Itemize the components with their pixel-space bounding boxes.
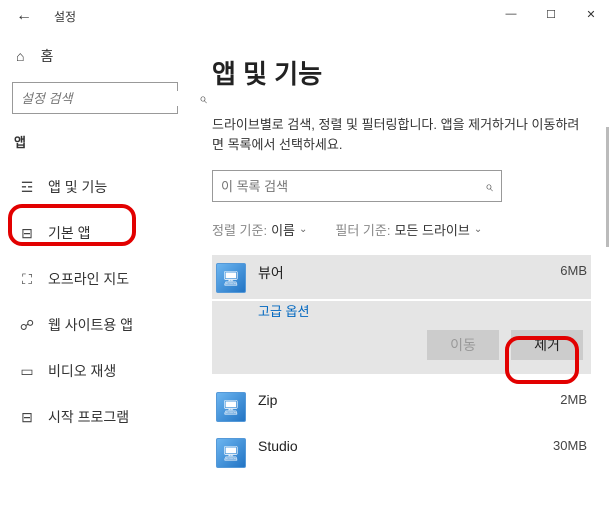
app-search-input[interactable] — [221, 179, 485, 194]
chevron-down-icon: ⌄ — [474, 224, 482, 235]
nav-offline-maps[interactable]: ⛶ 오프라인 지도 — [12, 259, 178, 299]
filter-value: 모든 드라이브 — [394, 220, 469, 239]
nav-apps-features[interactable]: ☲ 앱 및 기능 — [12, 167, 178, 207]
app-row-selected[interactable]: 🖥 뷰어 6MB — [212, 255, 591, 299]
video-icon: ▭ — [18, 363, 36, 380]
app-name: 뷰어 — [258, 263, 548, 283]
app-list: 🖥 뷰어 6MB 고급 옵션 이동 제거 🖥 Zip 2MB 🖥 Studio … — [212, 255, 591, 476]
nav-label: 앱 및 기능 — [48, 177, 107, 197]
app-size: 2MB — [560, 392, 587, 407]
settings-search-input[interactable] — [21, 91, 199, 106]
map-icon: ⛶ — [18, 271, 36, 288]
installer-icon: 🖥 — [216, 438, 246, 468]
home-icon: ⌂ — [16, 48, 24, 64]
scrollbar[interactable] — [606, 127, 609, 247]
category-label: 앱 — [12, 132, 178, 151]
app-row[interactable]: 🖥 Zip 2MB — [212, 384, 591, 430]
back-button[interactable]: ← — [12, 4, 36, 28]
sort-value: 이름 — [271, 220, 295, 239]
page-description: 드라이브별로 검색, 정렬 및 필터링합니다. 앱을 제거하거나 이동하려면 목… — [212, 115, 591, 154]
minimize-button[interactable]: — — [491, 0, 531, 28]
list-icon: ☲ — [18, 179, 36, 196]
installer-icon: 🖥 — [216, 263, 246, 293]
close-button[interactable]: ✕ — [571, 0, 611, 28]
sort-dropdown[interactable]: 정렬 기준: 이름 ⌄ — [212, 220, 307, 239]
uninstall-button[interactable]: 제거 — [511, 330, 583, 360]
nav-label: 기본 앱 — [48, 223, 91, 243]
home-link[interactable]: ⌂ 홈 — [12, 40, 178, 72]
advanced-options-link[interactable]: 고급 옵션 — [258, 301, 591, 320]
app-row[interactable]: 🖥 Studio 30MB — [212, 430, 591, 476]
sidebar: ⌂ 홈 ⌕ 앱 ☲ 앱 및 기능 ⊟ 기본 앱 ⛶ 오프라인 지도 ☍ 웹 사이… — [0, 32, 190, 508]
link-icon: ☍ — [18, 317, 36, 334]
installer-icon: 🖥 — [216, 392, 246, 422]
settings-search[interactable]: ⌕ — [12, 82, 178, 114]
action-row: 이동 제거 — [212, 320, 591, 374]
app-name: Zip — [258, 392, 548, 408]
nav-website-apps[interactable]: ☍ 웹 사이트용 앱 — [12, 305, 178, 345]
main-content: 앱 및 기능 드라이브별로 검색, 정렬 및 필터링합니다. 앱을 제거하거나 … — [190, 32, 611, 508]
chevron-down-icon: ⌄ — [299, 224, 307, 235]
filter-label: 필터 기준: — [335, 220, 390, 239]
filter-dropdown[interactable]: 필터 기준: 모든 드라이브 ⌄ — [335, 220, 482, 239]
move-button[interactable]: 이동 — [427, 330, 499, 360]
defaults-icon: ⊟ — [18, 225, 36, 242]
startup-icon: ⊟ — [18, 409, 36, 426]
nav-label: 웹 사이트용 앱 — [48, 315, 133, 335]
titlebar: ← 설정 — ☐ ✕ — [0, 0, 611, 32]
search-icon: ⌕ — [485, 178, 493, 195]
app-size: 6MB — [560, 263, 587, 278]
nav-default-apps[interactable]: ⊟ 기본 앱 — [12, 213, 178, 253]
page-title: 앱 및 기능 — [212, 54, 591, 91]
nav-label: 비디오 재생 — [48, 361, 116, 381]
app-search[interactable]: ⌕ — [212, 170, 502, 202]
nav-startup[interactable]: ⊟ 시작 프로그램 — [12, 397, 178, 437]
maximize-button[interactable]: ☐ — [531, 0, 571, 28]
sort-label: 정렬 기준: — [212, 220, 267, 239]
app-name: Studio — [258, 438, 541, 454]
nav-label: 시작 프로그램 — [48, 407, 129, 427]
nav-video-playback[interactable]: ▭ 비디오 재생 — [12, 351, 178, 391]
window-title: 설정 — [54, 8, 76, 25]
nav-label: 오프라인 지도 — [48, 269, 129, 289]
home-label: 홈 — [40, 46, 53, 66]
app-size: 30MB — [553, 438, 587, 453]
